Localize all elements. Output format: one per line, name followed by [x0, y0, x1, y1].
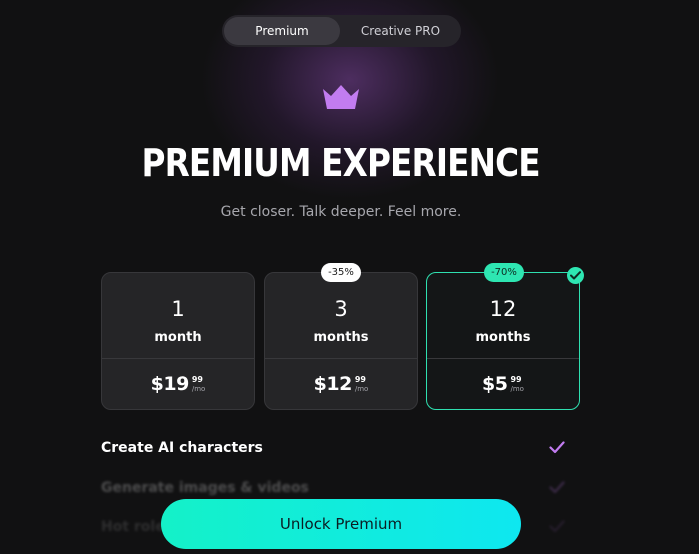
plan-card-3-months[interactable]: 3 months $12 99 /mo — [264, 272, 418, 410]
plan-divider — [265, 358, 417, 359]
plan-type-toggle: Premium Creative PRO — [222, 15, 461, 47]
discount-badge-12-months: -70% — [484, 263, 524, 282]
plan-price: $12 99 /mo — [265, 371, 417, 401]
check-icon — [549, 441, 565, 454]
price-period: /mo — [191, 385, 206, 393]
price-period: /mo — [510, 385, 524, 393]
price-period: /mo — [354, 385, 369, 393]
check-icon — [549, 520, 565, 533]
feature-label: Create AI characters — [101, 440, 263, 456]
plan-quantity: 1 — [171, 297, 185, 321]
price-cents: 99 — [354, 375, 366, 384]
page-subtitle: Get closer. Talk deeper. Feel more. — [220, 204, 462, 220]
page-title: PREMIUM EXPERIENCE — [141, 141, 540, 185]
plan-unit: month — [154, 330, 202, 345]
plan-price: $5 99 /mo — [427, 371, 579, 401]
tab-premium[interactable]: Premium — [224, 17, 340, 45]
feature-label: Generate images & videos — [101, 480, 309, 496]
plan-divider — [102, 358, 254, 359]
plan-card-1-month[interactable]: 1 month $19 99 /mo — [101, 272, 255, 410]
price-main: $19 — [150, 373, 190, 395]
selected-check-icon — [567, 267, 584, 284]
plan-price: $19 99 /mo — [102, 371, 254, 401]
feature-item: Create AI characters — [101, 436, 571, 460]
feature-item: Generate images & videos — [101, 476, 571, 500]
plan-unit: months — [313, 330, 369, 345]
check-icon — [549, 481, 565, 494]
unlock-premium-button[interactable]: Unlock Premium — [161, 499, 521, 549]
discount-badge-3-months: -35% — [321, 263, 361, 282]
price-main: $5 — [482, 373, 508, 395]
plan-divider — [427, 358, 579, 359]
plan-quantity: 12 — [489, 297, 517, 321]
plan-card-12-months[interactable]: 12 months $5 99 /mo — [426, 272, 580, 410]
price-main: $12 — [313, 373, 353, 395]
plan-quantity: 3 — [334, 297, 348, 321]
price-cents: 99 — [510, 375, 522, 384]
price-cents: 99 — [191, 375, 203, 384]
crown-icon — [323, 85, 359, 109]
tab-creative-pro[interactable]: Creative PRO — [342, 17, 459, 45]
plan-unit: months — [475, 330, 531, 345]
